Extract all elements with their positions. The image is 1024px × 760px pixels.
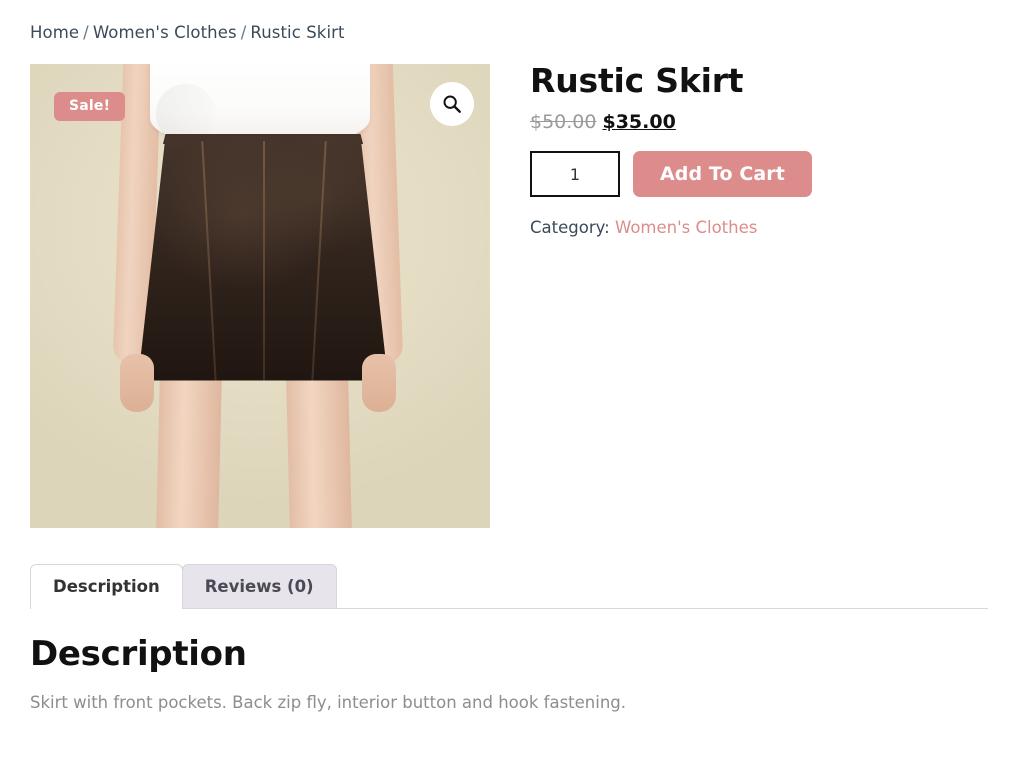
description-heading: Description [30,634,247,674]
description-panel: Description Skirt with front pockets. Ba… [30,634,988,716]
product-summary: Rustic Skirt $50.00$35.00 Add To Cart Ca… [530,61,1000,237]
breadcrumb-item-current: Rustic Skirt [250,23,345,42]
breadcrumb-item-womens-clothes[interactable]: Women's Clothes [93,23,237,42]
model-leg-right [285,363,353,528]
product-meta-category: Category: Women's Clothes [530,218,1000,237]
model-white-top [150,64,370,144]
breadcrumb-separator: / [83,23,89,42]
price-original: $50.00 [530,111,597,134]
breadcrumb-separator: / [240,23,247,42]
image-zoom-button[interactable] [430,82,474,126]
add-to-cart-form: Add To Cart [530,151,1000,198]
skirt-seam [263,141,265,381]
category-label: Category: [530,218,610,238]
breadcrumb: Home / Women's Clothes / Rustic Skirt [30,23,345,42]
model-hand-right [362,354,396,412]
tab-description-label: Description [53,577,160,596]
category-link[interactable]: Women's Clothes [615,218,757,237]
breadcrumb-item-home[interactable]: Home [30,23,79,42]
magnifier-icon [443,95,461,113]
product-tabs: Description Reviews (0) [30,564,988,609]
sale-badge: Sale! [54,92,126,121]
price-block: $50.00 $35.00 [530,113,1000,132]
skirt-garment [138,136,388,381]
product-image[interactable] [30,64,490,528]
page-title: Rustic Skirt [530,61,744,100]
tab-description[interactable]: Description [30,564,183,609]
tab-list: Description Reviews (0) [30,564,988,609]
model-leg-left [155,363,223,528]
product-page: Home / Women's Clothes / Rustic Skirt Sale! [0,0,1024,760]
model-hand-left [120,354,154,412]
price-sale: $35.00 [602,111,676,134]
description-text: Skirt with front pockets. Back zip fly, … [30,693,626,713]
tab-reviews[interactable]: Reviews (0) [181,564,337,608]
quantity-input[interactable] [530,151,620,198]
tab-reviews-label: Reviews (0) [204,577,314,596]
product-gallery[interactable]: Sale! [30,64,490,528]
add-to-cart-button[interactable]: Add To Cart [633,151,812,198]
